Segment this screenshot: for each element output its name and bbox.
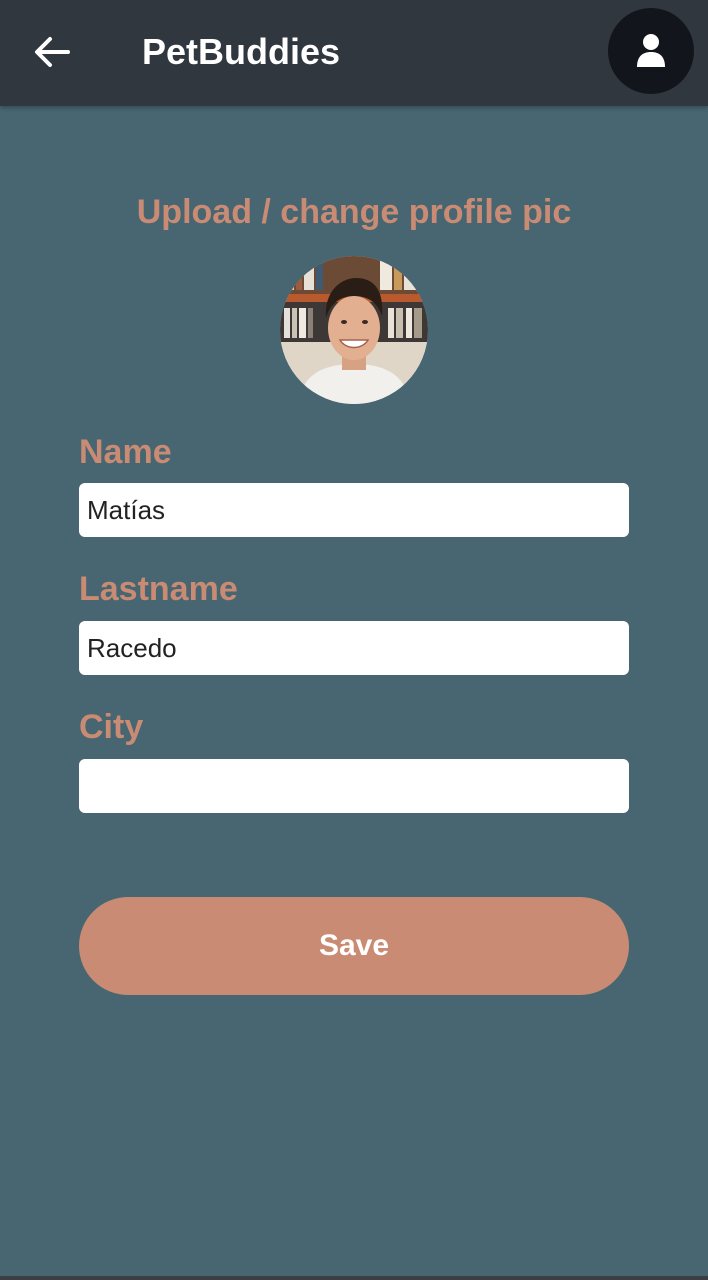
arrow-left-icon <box>35 37 70 67</box>
app-root: PetBuddies Upload / change profile pic N… <box>0 0 708 1280</box>
city-field[interactable] <box>79 759 629 813</box>
lastname-label: Lastname <box>79 570 238 608</box>
bottom-divider <box>0 1276 708 1280</box>
city-label: City <box>79 708 144 746</box>
upload-profile-pic-link[interactable]: Upload / change profile pic <box>0 190 708 234</box>
name-field[interactable] <box>79 483 629 537</box>
avatar[interactable] <box>280 256 428 404</box>
back-button[interactable] <box>26 26 78 78</box>
profile-button[interactable] <box>608 8 694 94</box>
user-icon <box>637 34 665 67</box>
app-title: PetBuddies <box>142 31 341 72</box>
lastname-field[interactable] <box>79 621 629 675</box>
name-label: Name <box>79 433 172 471</box>
app-header: PetBuddies <box>0 0 708 106</box>
save-button[interactable]: Save <box>79 897 629 995</box>
profile-photo <box>280 256 428 404</box>
